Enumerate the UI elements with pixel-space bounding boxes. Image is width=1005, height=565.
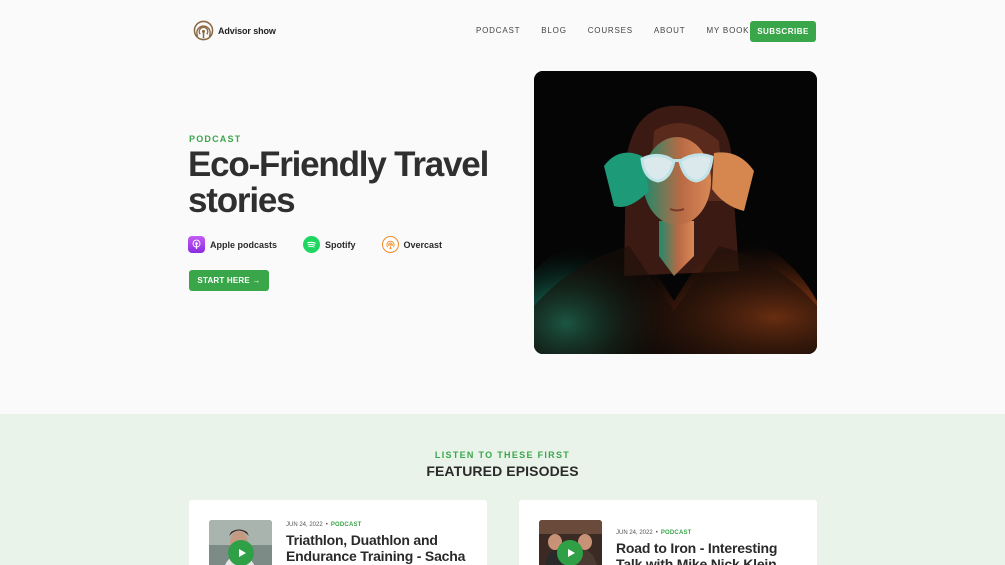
nav-item-about[interactable]: ABOUT (654, 26, 686, 35)
platform-links: Apple podcasts Spotify Overcast (188, 236, 468, 253)
platform-label-overcast: Overcast (403, 239, 443, 250)
episode-meta: JUN 24, 2022 • PODCAST (286, 522, 362, 528)
site-header: Advisor show PODCAST BLOG COURSES ABOUT … (0, 0, 1005, 62)
platform-overcast[interactable]: Overcast (381, 236, 443, 253)
start-here-button[interactable]: START HERE → (189, 270, 269, 291)
platform-label-spotify: Spotify (325, 239, 356, 250)
woman-with-sunglasses-image (534, 71, 817, 354)
featured-episodes-section: LISTEN TO THESE FIRST FEATURED EPISODES … (0, 414, 1005, 565)
brand-name: Advisor show (218, 25, 276, 36)
play-button[interactable] (228, 540, 254, 565)
apple-podcasts-icon (188, 236, 205, 253)
episode-title[interactable]: Triathlon, Duathlon and Endurance Traini… (286, 532, 476, 564)
episode-card[interactable]: JUN 24, 2022 • PODCAST Triathlon, Duathlon… (189, 500, 487, 565)
overcast-icon (381, 236, 399, 253)
brand-logo[interactable]: Advisor show (193, 20, 276, 41)
episode-tag[interactable]: PODCAST (661, 530, 692, 536)
platform-apple-podcasts[interactable]: Apple podcasts (188, 236, 277, 253)
podcast-logo-icon (193, 20, 214, 41)
platform-label-apple-podcasts: Apple podcasts (210, 239, 278, 250)
play-button[interactable] (557, 540, 583, 565)
hero-title: Eco-Friendly Travel stories (188, 145, 489, 220)
featured-eyebrow: LISTEN TO THESE FIRST (434, 450, 571, 460)
episode-thumbnail (539, 520, 602, 565)
episode-date: JUN 24, 2022 (616, 530, 653, 536)
nav-item-my-book[interactable]: MY BOOK (706, 26, 749, 35)
subscribe-button[interactable]: SUBSCRIBE (750, 21, 816, 42)
featured-title: FEATURED EPISODES (426, 463, 579, 479)
platform-spotify[interactable]: Spotify (303, 236, 356, 253)
meta-separator-dot: • (655, 530, 658, 536)
main-nav: PODCAST BLOG COURSES ABOUT MY BOOK (476, 26, 770, 35)
episode-thumbnail (209, 520, 272, 565)
episode-date: JUN 24, 2022 (286, 522, 323, 528)
spotify-icon (303, 236, 321, 253)
nav-item-blog[interactable]: BLOG (541, 26, 566, 35)
nav-item-podcast[interactable]: PODCAST (476, 26, 520, 35)
nav-item-courses[interactable]: COURSES (588, 26, 633, 35)
episode-title[interactable]: Road to Iron - Interesting Talk with Mik… (616, 540, 806, 565)
episode-meta: JUN 24, 2022 • PODCAST (616, 530, 692, 536)
episode-card[interactable]: JUN 24, 2022 • PODCAST Road to Iron - Inte… (519, 500, 817, 565)
hero-photo (534, 71, 817, 354)
hero-eyebrow: PODCAST (189, 134, 242, 144)
episode-tag[interactable]: PODCAST (331, 522, 362, 528)
meta-separator-dot: • (325, 522, 328, 528)
